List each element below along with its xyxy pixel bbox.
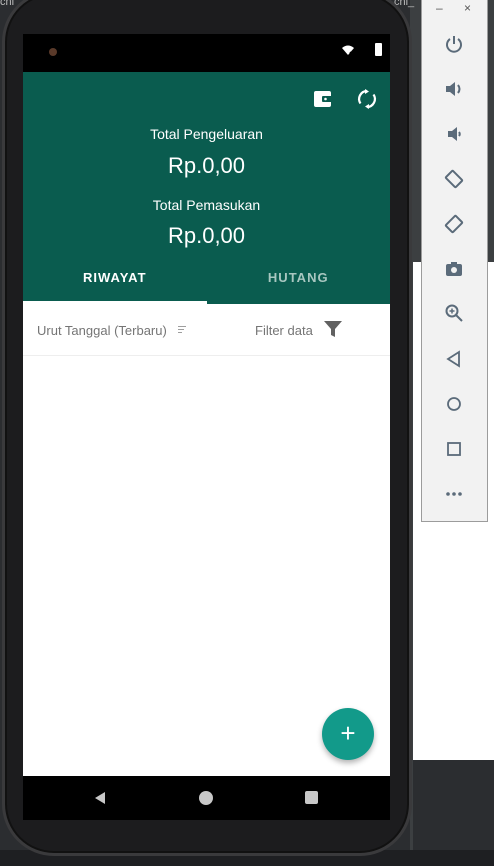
add-transaction-button[interactable]: + xyxy=(322,708,374,760)
nav-back-icon[interactable] xyxy=(93,791,107,805)
emulator-minimize-button[interactable]: – xyxy=(436,1,443,15)
app-header: Total Pengeluaran Rp.0,00 Total Pemasuka… xyxy=(23,72,390,304)
total-expense-label: Total Pengeluaran xyxy=(150,126,263,142)
desktop: chi chi_ Total Pengeluaran Rp.0,00 Total… xyxy=(0,0,494,866)
more-icon[interactable] xyxy=(442,482,466,506)
total-expense-value: Rp.0,00 xyxy=(167,153,246,178)
nav-recent-icon[interactable] xyxy=(305,791,318,804)
zoom-icon[interactable] xyxy=(442,301,466,325)
camera-dot-icon xyxy=(49,48,57,56)
sort-icon xyxy=(178,326,186,333)
status-bar xyxy=(23,34,390,72)
rotate-left-icon[interactable] xyxy=(442,167,466,191)
filter-row: Urut Tanggal (Terbaru) Filter data xyxy=(23,304,390,356)
back-icon[interactable] xyxy=(442,347,466,371)
home-icon[interactable] xyxy=(442,392,466,416)
volume-down-icon[interactable] xyxy=(442,122,466,146)
tab-bar: RIWAYAT HUTANG xyxy=(23,264,390,304)
emulator-toolbar: – × xyxy=(421,0,488,522)
emulator-close-button[interactable]: × xyxy=(464,1,471,15)
rotate-right-icon[interactable] xyxy=(442,212,466,236)
filter-icon[interactable] xyxy=(324,321,342,337)
tab-riwayat[interactable]: RIWAYAT xyxy=(23,264,207,304)
wifi-off-icon xyxy=(342,45,355,57)
total-income-label: Total Pemasukan xyxy=(152,197,261,213)
volume-up-icon[interactable] xyxy=(442,77,466,101)
nav-home-icon[interactable] xyxy=(199,791,213,805)
emulator-title-bar: – × xyxy=(422,0,487,19)
tab-hutang[interactable]: HUTANG xyxy=(207,264,391,304)
app-screen: Total Pengeluaran Rp.0,00 Total Pemasuka… xyxy=(23,72,390,776)
overview-icon[interactable] xyxy=(442,437,466,461)
sync-icon[interactable] xyxy=(356,88,378,110)
camera-icon[interactable] xyxy=(442,257,466,281)
total-income-value: Rp.0,00 xyxy=(167,223,246,248)
power-icon[interactable] xyxy=(442,32,466,56)
filter-data-label[interactable]: Filter data xyxy=(255,323,313,338)
battery-icon xyxy=(375,43,382,56)
sort-dropdown[interactable]: Urut Tanggal (Terbaru) xyxy=(37,323,167,338)
android-nav-bar xyxy=(23,776,390,820)
wallet-icon[interactable] xyxy=(312,88,334,110)
ide-top-left-text: chi xyxy=(0,0,15,8)
